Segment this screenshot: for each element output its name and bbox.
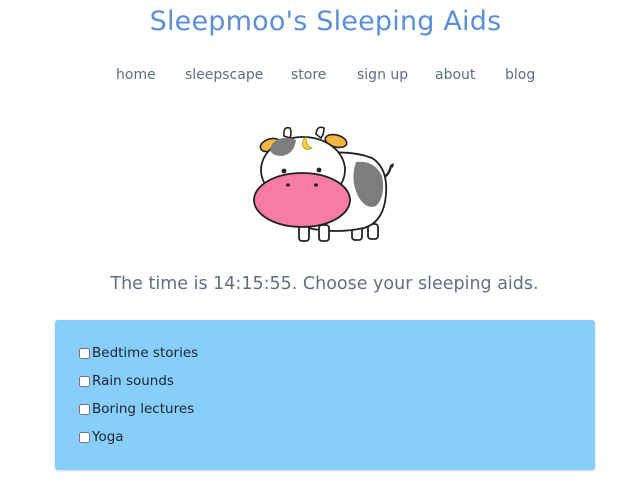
aid-option-yoga[interactable]: Yoga: [79, 427, 124, 447]
cow-mascot-icon: [253, 126, 394, 242]
aid-label: Boring lectures: [92, 401, 195, 417]
nav-link-about[interactable]: about: [435, 67, 475, 83]
nav-link-blog[interactable]: blog: [505, 67, 535, 83]
aid-option-bedtime-stories[interactable]: Bedtime stories: [79, 343, 198, 363]
nav-link-sign-up[interactable]: sign up: [357, 67, 408, 83]
nav-link-sleepscape[interactable]: sleepscape: [185, 67, 263, 83]
sleeping-aids-panel: Bedtime stories Rain sounds Boring lectu…: [55, 320, 595, 470]
aid-label: Yoga: [92, 429, 124, 445]
nav-link-store[interactable]: store: [291, 67, 326, 83]
aid-checkbox-boring-lectures[interactable]: [79, 403, 90, 415]
aid-label: Rain sounds: [92, 373, 174, 389]
aid-option-rain-sounds[interactable]: Rain sounds: [79, 371, 174, 391]
site-title: Sleepmoo's Sleeping Aids: [149, 6, 502, 37]
page: Sleepmoo's Sleeping Aids home sleepscape…: [0, 0, 639, 491]
aid-checkbox-yoga[interactable]: [79, 431, 90, 443]
aid-option-boring-lectures[interactable]: Boring lectures: [79, 399, 194, 419]
nav-link-home[interactable]: home: [116, 67, 156, 83]
aid-checkbox-bedtime-stories[interactable]: [79, 347, 90, 359]
aid-label: Bedtime stories: [92, 345, 199, 361]
aid-checkbox-rain-sounds[interactable]: [79, 375, 90, 387]
time-message: The time is 14:15:55. Choose your sleepi…: [110, 274, 539, 294]
main-nav: home sleepscape store sign up about blog: [0, 67, 639, 89]
